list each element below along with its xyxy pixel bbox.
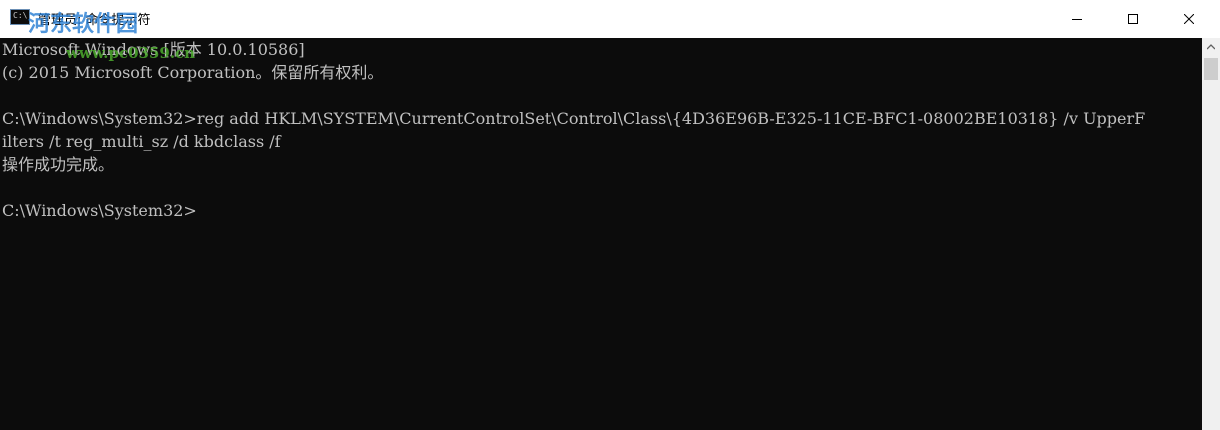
console-line: C:\Windows\System32>reg add HKLM\SYSTEM\… <box>2 109 1146 128</box>
console-line: 操作成功完成。 <box>2 155 115 174</box>
minimize-button[interactable] <box>1054 0 1100 38</box>
title-bar[interactable]: C:\ 管理员: 命令提示符 河东软件园 <box>0 0 1220 38</box>
close-icon <box>1184 14 1194 24</box>
console-line: (c) 2015 Microsoft Corporation。保留所有权利。 <box>2 63 384 82</box>
window-title: 管理员: 命令提示符 <box>38 13 151 28</box>
cmd-app-icon[interactable]: C:\ <box>10 9 30 25</box>
scroll-up-button[interactable] <box>1202 38 1220 56</box>
console-output[interactable]: Microsoft Windows [版本 10.0.10586] (c) 20… <box>0 38 1202 430</box>
close-button[interactable] <box>1166 0 1212 38</box>
console-line: ilters /t reg_multi_sz /d kbdclass /f <box>2 132 281 151</box>
command-prompt-window: C:\ 管理员: 命令提示符 河东软件园 www.pc0359.cn Micro… <box>0 0 1220 430</box>
maximize-icon <box>1128 14 1138 24</box>
minimize-icon <box>1072 19 1082 20</box>
scroll-thumb[interactable] <box>1204 58 1218 80</box>
vertical-scrollbar[interactable] <box>1202 38 1220 430</box>
console-prompt-line[interactable]: C:\Windows\System32> <box>2 199 197 222</box>
maximize-button[interactable] <box>1110 0 1156 38</box>
console-line: Microsoft Windows [版本 10.0.10586] <box>2 40 305 59</box>
chevron-up-icon <box>1207 44 1215 50</box>
